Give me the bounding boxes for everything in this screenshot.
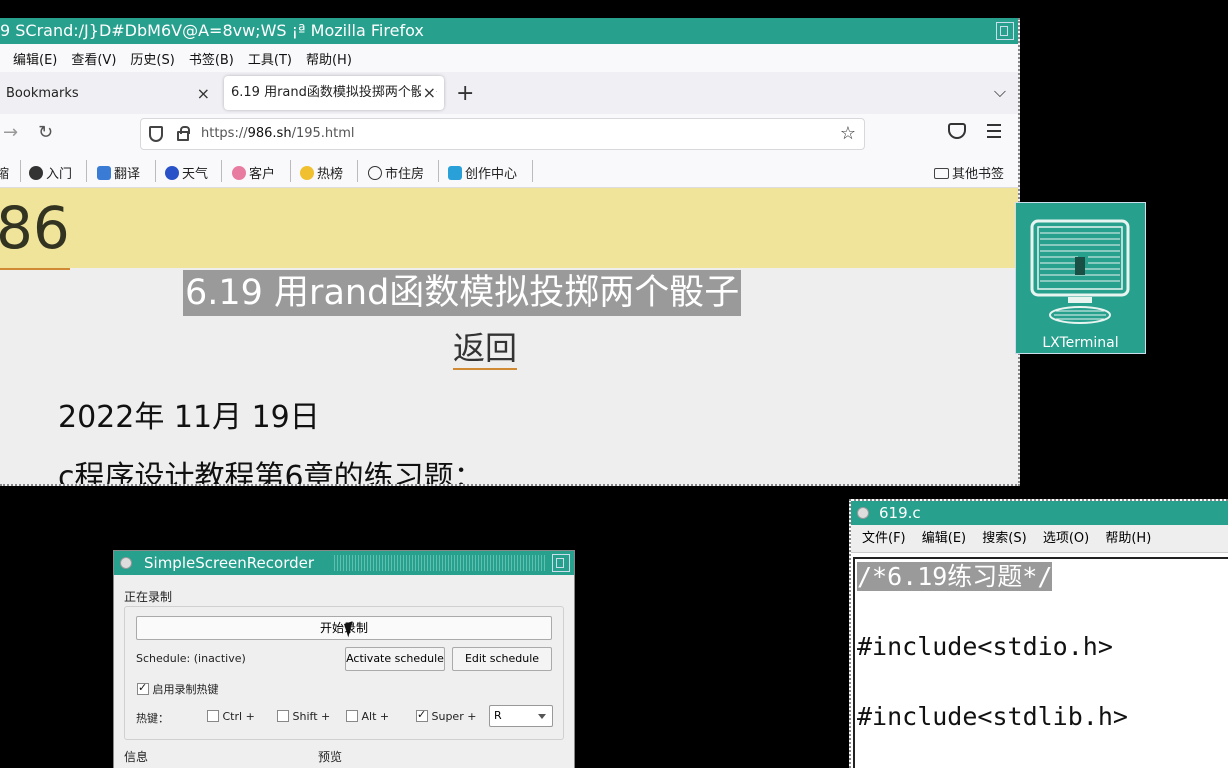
menu-file[interactable]: 文件(F): [862, 531, 906, 546]
bookmark-translate[interactable]: 翻译: [97, 163, 140, 182]
menu-view[interactable]: 查看(V): [71, 49, 116, 68]
post-intro: c程序设计教程第6章的练习题：: [58, 460, 484, 486]
launcher-label: LXTerminal: [1042, 335, 1119, 351]
lock-icon[interactable]: [177, 126, 190, 141]
start-recording-button[interactable]: 开始录制: [136, 616, 552, 640]
code-line: /*6.19练习题*/: [857, 562, 1053, 591]
recorder-titlebar[interactable]: SimpleScreenRecorder: [114, 551, 574, 575]
post-date: 2022年 11月 19日: [58, 400, 320, 435]
bookmark-weather[interactable]: 天气: [165, 163, 208, 182]
code-line: #include<stdio.h>: [857, 632, 1113, 661]
new-tab-icon[interactable]: +: [456, 81, 474, 106]
page-content: 86 6.19 用rand函数模拟投掷两个骰子 返回 2022年 11月 19日…: [0, 188, 1018, 486]
alt-checkbox[interactable]: Alt +: [346, 710, 389, 723]
bookmark-hot[interactable]: 热榜: [300, 163, 343, 182]
bookmark-creator[interactable]: 创作中心: [448, 163, 517, 182]
tab-label: 6.19 用rand函数模拟投掷两个骰子: [231, 85, 437, 100]
menu-tools[interactable]: 工具(T): [248, 49, 292, 68]
window-title: 9 SCrand:/J}D#DbM6V@A=8vw;WS ¡ª Mozilla …: [0, 21, 424, 40]
menu-help[interactable]: 帮助(H): [306, 49, 352, 68]
site-header: 86: [0, 188, 1018, 270]
mascot-icon: [232, 166, 246, 180]
enable-hotkey-checkbox[interactable]: 启用录制热键: [137, 681, 219, 697]
schedule-status: Schedule: (inactive): [136, 652, 246, 665]
menu-hamburger-icon[interactable]: [987, 124, 1001, 142]
menu-bar: 编辑(E) 查看(V) 历史(S) 书签(B) 工具(T) 帮助(H): [0, 44, 1018, 72]
shift-checkbox[interactable]: Shift +: [277, 710, 330, 723]
code-line: #include<stdlib.h>: [857, 702, 1128, 731]
menu-options[interactable]: 选项(O): [1043, 531, 1089, 546]
menu-search[interactable]: 搜索(S): [982, 531, 1026, 546]
menu-edit[interactable]: 编辑(E): [13, 49, 57, 68]
firefox-titlebar[interactable]: 9 SCrand:/J}D#DbM6V@A=8vw;WS ¡ª Mozilla …: [0, 18, 1018, 44]
tab-label: Bookmarks: [6, 86, 79, 101]
window-title: 619.c: [879, 504, 921, 522]
maximize-icon[interactable]: [996, 22, 1014, 40]
hotkey-label: 热键：: [136, 712, 169, 725]
reload-icon[interactable]: ↻: [38, 122, 53, 143]
globe-icon: [368, 166, 382, 180]
activate-schedule-button[interactable]: Activate schedule: [345, 647, 445, 671]
window-menu-icon[interactable]: [857, 507, 869, 519]
translate-icon: [97, 166, 111, 180]
menu-help[interactable]: 帮助(H): [1105, 531, 1151, 546]
editor-window: 619.c 文件(F) 编辑(E) 搜索(S) 选项(O) 帮助(H) /*6.…: [849, 499, 1228, 768]
pocket-icon[interactable]: [948, 123, 966, 139]
bilibili-icon: [448, 166, 462, 180]
github-icon: [29, 166, 43, 180]
site-logo[interactable]: 86: [0, 194, 70, 262]
url-bar[interactable]: https://986.sh/195.html ☆: [140, 118, 865, 150]
forward-icon[interactable]: →: [3, 122, 18, 143]
maximize-icon[interactable]: [552, 554, 570, 572]
terminal-icon: [1030, 219, 1130, 324]
bookmark-github[interactable]: 入门: [29, 163, 72, 182]
menu-bookmarks[interactable]: 书签(B): [189, 49, 234, 68]
code-editor[interactable]: /*6.19练习题*/ #include<stdio.h> #include<s…: [853, 557, 1228, 768]
bookmark-star-icon[interactable]: ☆: [840, 119, 856, 149]
logo-underline: [0, 268, 70, 270]
tracking-shield-icon[interactable]: [149, 126, 163, 142]
lxterminal-launcher[interactable]: LXTerminal: [1015, 202, 1146, 354]
edit-schedule-button[interactable]: Edit schedule: [452, 647, 552, 671]
section-label: 正在录制: [124, 590, 173, 604]
list-tabs-chevron-icon[interactable]: ⌵: [994, 82, 1006, 102]
folder-icon: [934, 168, 949, 179]
menu-edit[interactable]: 编辑(E): [922, 531, 966, 546]
tab-active[interactable]: 6.19 用rand函数模拟投掷两个骰子 ×: [224, 76, 444, 110]
navigation-bar: → ↻ https://986.sh/195.html ☆: [0, 114, 1018, 154]
tab-bookmarks[interactable]: Bookmarks ×: [0, 79, 218, 109]
close-tab-icon[interactable]: ×: [420, 76, 436, 110]
page-title: 6.19 用rand函数模拟投掷两个骰子: [183, 270, 742, 316]
recorder-window: SimpleScreenRecorder 正在录制 开始录制 Schedule:…: [113, 550, 575, 768]
window-title: SimpleScreenRecorder: [144, 554, 315, 572]
dropdown-arrow-icon: [538, 714, 546, 719]
other-bookmarks[interactable]: 其他书签: [934, 163, 1004, 182]
bookmark-customer[interactable]: 客户: [232, 163, 275, 182]
menu-history[interactable]: 历史(S): [130, 49, 174, 68]
bookmark-item[interactable]: 缩: [0, 163, 9, 182]
info-section-label: 信息: [124, 750, 149, 764]
editor-titlebar[interactable]: 619.c: [851, 501, 1228, 525]
firefox-window: 9 SCrand:/J}D#DbM6V@A=8vw;WS ¡ª Mozilla …: [0, 18, 1020, 486]
preview-section-label: 预览: [318, 750, 343, 764]
back-link[interactable]: 返回: [453, 328, 518, 370]
paw-icon: [165, 166, 179, 180]
ctrl-checkbox[interactable]: Ctrl +: [207, 710, 255, 723]
checkbox-checked-icon[interactable]: [137, 681, 149, 695]
window-menu-icon[interactable]: [120, 557, 132, 569]
hot-icon: [300, 166, 314, 180]
close-tab-icon[interactable]: ×: [197, 79, 210, 109]
tab-strip: Bookmarks × 6.19 用rand函数模拟投掷两个骰子 × + ⌵: [0, 72, 1018, 114]
bookmarks-toolbar: 缩 入门 翻译 天气 客户 热榜 市住房 创作中心 其他书签: [0, 154, 1018, 188]
hotkey-key-select[interactable]: R: [489, 705, 553, 727]
bookmark-housing[interactable]: 市住房: [368, 163, 424, 182]
editor-menu-bar: 文件(F) 编辑(E) 搜索(S) 选项(O) 帮助(H): [851, 525, 1228, 553]
super-checkbox[interactable]: Super +: [416, 708, 476, 723]
url-text: https://986.sh/195.html: [201, 126, 355, 141]
